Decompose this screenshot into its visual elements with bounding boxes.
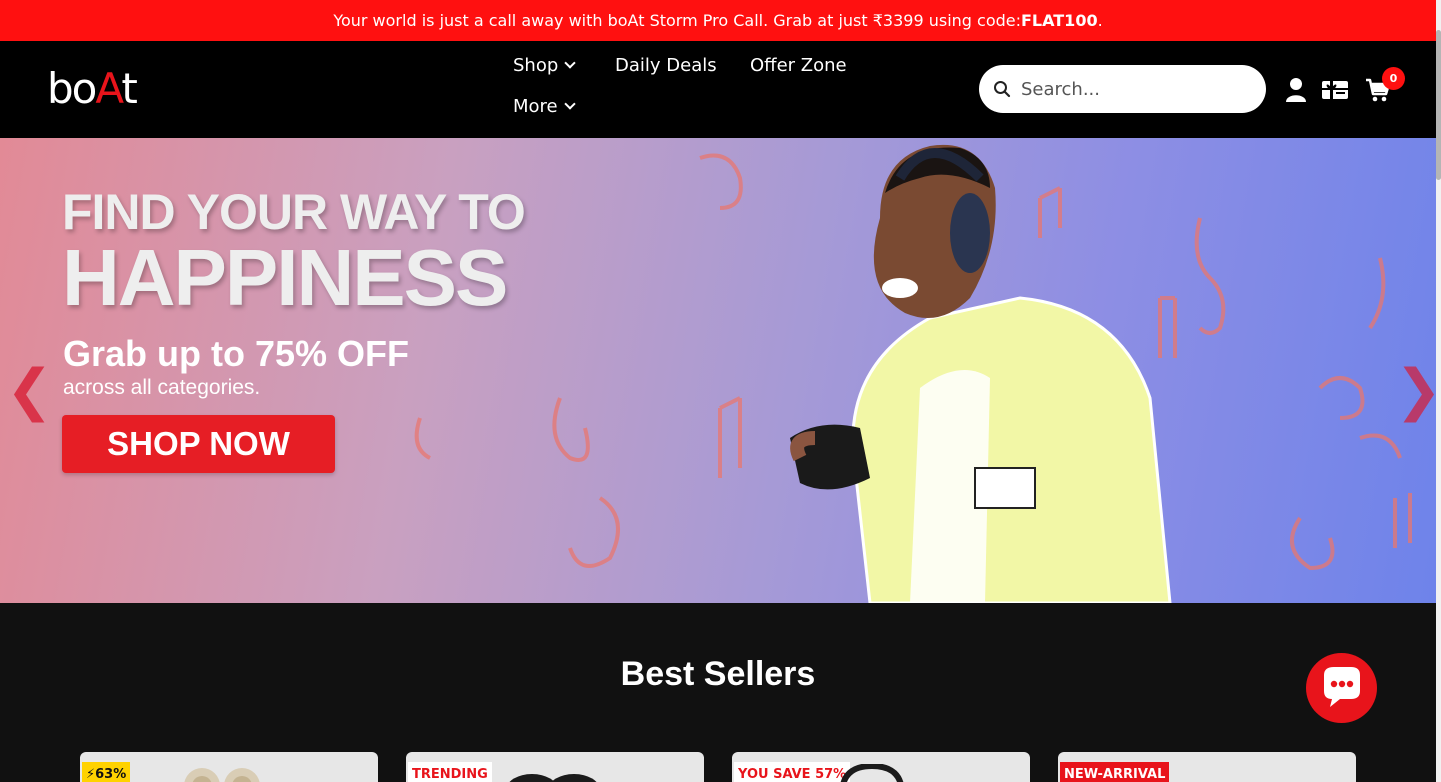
site-header: boAt Shop Daily Deals Offer Zone More Se… (0, 41, 1436, 138)
best-sellers-section: Best Sellers ⚡63% TRENDING YOU SAVE 57% … (0, 603, 1436, 782)
nav-label-shop: Shop (513, 55, 559, 76)
cart-count-badge: 0 (1382, 67, 1405, 90)
lightning-icon: ⚡ (86, 767, 96, 782)
product-card[interactable]: YOU SAVE 57% (732, 752, 1030, 782)
hero-banner[interactable]: FIND YOUR WAY TO HAPPINESS Grab up to 75… (0, 138, 1436, 603)
hero-offer-text: Grab up to 75% OFF (63, 333, 410, 374)
product-card[interactable]: ⚡63% (80, 752, 378, 782)
product-image (509, 774, 597, 782)
search-input[interactable] (1021, 78, 1241, 100)
section-title: Best Sellers (620, 655, 816, 693)
search-box[interactable] (979, 65, 1266, 113)
scrollbar-thumb[interactable] (1436, 30, 1441, 180)
hero-headline: FIND YOUR WAY TO HAPPINESS (62, 184, 526, 322)
search-icon (994, 81, 1011, 98)
nav-label-more: More (513, 96, 558, 117)
chevron-down-icon (563, 98, 576, 110)
discount-badge: ⚡63% (82, 762, 131, 782)
hero-headline-line2: HAPPINESS (62, 233, 508, 322)
hero-subtext: across all categories. (63, 376, 261, 399)
carousel-prev-arrow-icon[interactable]: ❮ (6, 363, 53, 419)
nav-item-more[interactable]: More (513, 96, 576, 117)
announcement-code: FLAT100 (1021, 11, 1098, 30)
product-image (184, 768, 260, 782)
new-arrival-badge: NEW-ARRIVAL (1060, 762, 1170, 782)
trending-badge: TRENDING (408, 762, 492, 782)
nav-label-daily-deals: Daily Deals (615, 55, 717, 76)
hero-model-image (790, 144, 1172, 603)
logo-text-a: A (95, 64, 123, 113)
nav-item-shop[interactable]: Shop (513, 55, 576, 76)
nav-item-daily-deals[interactable]: Daily Deals (615, 55, 717, 76)
user-icon[interactable] (1282, 77, 1310, 103)
badge-text: 63% (95, 767, 127, 782)
chevron-down-icon (564, 57, 576, 69)
shop-now-button[interactable]: SHOP NOW (62, 415, 335, 473)
brand-logo[interactable]: boAt (47, 64, 138, 113)
announcement-text: Your world is just a call away with boAt… (333, 11, 1021, 30)
carousel-next-arrow-icon[interactable]: ❯ (1395, 363, 1436, 419)
hero-headline-line1: FIND YOUR WAY TO (62, 184, 526, 240)
nav-item-offer-zone[interactable]: Offer Zone (750, 55, 847, 76)
page: Your world is just a call away with boAt… (0, 0, 1441, 782)
product-image (840, 764, 904, 782)
chat-widget-button[interactable] (1306, 653, 1377, 723)
logo-text-t: t (121, 64, 138, 113)
gift-card-icon[interactable] (1321, 77, 1349, 103)
page-scrollbar[interactable] (1436, 0, 1441, 782)
logo-text-bo: bo (47, 64, 97, 113)
announcement-bar[interactable]: Your world is just a call away with boAt… (0, 0, 1436, 41)
announcement-suffix: . (1097, 11, 1103, 30)
nav-label-offer-zone: Offer Zone (750, 55, 847, 76)
chat-bubble-icon (1324, 667, 1360, 707)
product-card[interactable]: TRENDING (406, 752, 704, 782)
product-card[interactable]: NEW-ARRIVAL (1058, 752, 1356, 782)
